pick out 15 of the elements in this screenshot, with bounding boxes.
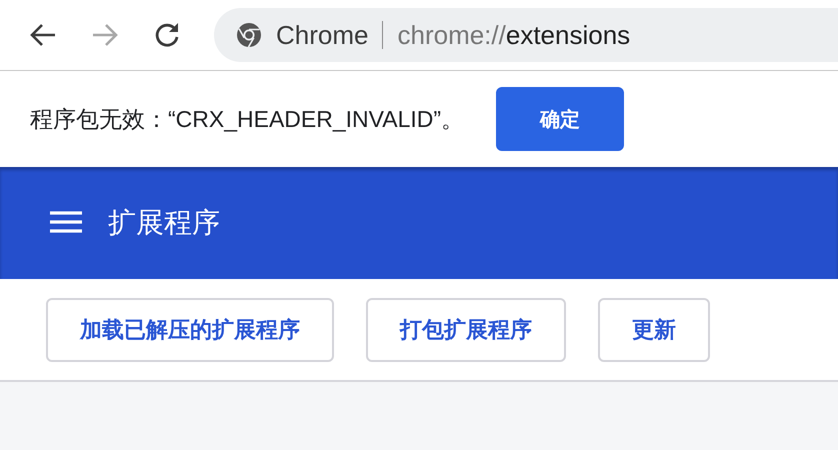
chrome-logo-icon (236, 22, 262, 48)
forward-arrow-icon (91, 23, 119, 47)
ok-button[interactable]: 确定 (496, 87, 624, 151)
menu-button[interactable] (50, 211, 82, 235)
back-arrow-icon (29, 23, 57, 47)
page-title: 扩展程序 (108, 206, 220, 240)
error-message: 程序包无效：“CRX_HEADER_INVALID”。 (30, 104, 464, 134)
menu-icon (50, 211, 82, 233)
reload-icon (153, 21, 181, 49)
address-bar[interactable]: Chrome chrome://extensions (214, 8, 838, 62)
url-text: chrome://extensions (397, 20, 630, 50)
site-label: Chrome (276, 20, 368, 50)
action-button[interactable]: 打包扩展程序 (366, 298, 566, 362)
action-button[interactable]: 更新 (598, 298, 710, 362)
action-button[interactable]: 加载已解压的扩展程序 (46, 298, 334, 362)
